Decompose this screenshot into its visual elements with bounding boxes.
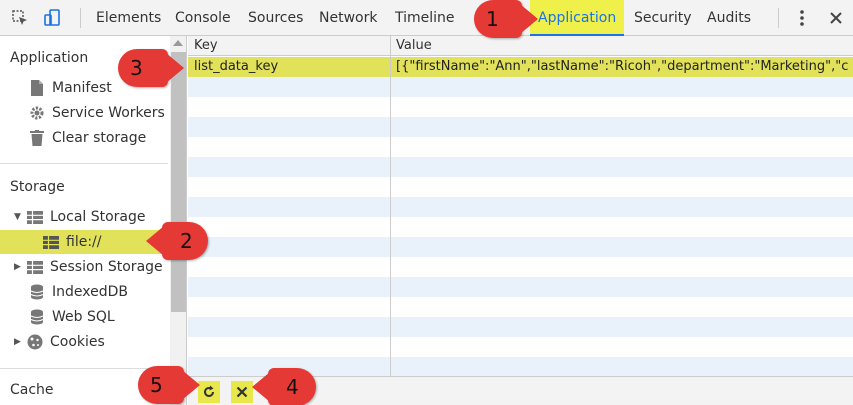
table-row[interactable] [188, 257, 853, 277]
trash-icon [28, 129, 46, 147]
tab-console[interactable]: Console [175, 0, 231, 36]
application-sidebar: Application Manifest Service Workers Cle… [0, 36, 187, 405]
scroll-up-arrow-icon[interactable] [173, 40, 183, 46]
sidebar-item-manifest[interactable]: Manifest [28, 76, 112, 100]
close-devtools-icon[interactable] [824, 6, 848, 30]
sidebar-item-cookies[interactable]: ▶ Cookies [14, 330, 105, 354]
sidebar-item-label: Manifest [52, 80, 112, 96]
sidebar-item-label: Web SQL [52, 309, 115, 325]
sidebar-scroll-thumb[interactable] [171, 52, 186, 312]
tab-application[interactable]: Application [530, 0, 625, 36]
sidebar-item-clear-storage[interactable]: Clear storage [28, 126, 146, 150]
table-row[interactable] [188, 117, 853, 137]
sidebar-item-label: Cookies [50, 334, 105, 350]
table-row[interactable] [188, 317, 853, 337]
sidebar-item-label: file:// [66, 234, 102, 250]
cell-key[interactable]: list_data_key [194, 59, 386, 74]
sidebar-item-service-workers[interactable]: Service Workers [28, 101, 165, 125]
grid-icon [26, 208, 44, 226]
sidebar-item-label: Local Storage [50, 209, 146, 225]
tab-elements[interactable]: Elements [96, 0, 161, 36]
inspect-element-icon[interactable] [8, 6, 32, 30]
column-divider[interactable] [390, 36, 391, 376]
table-row[interactable] [188, 217, 853, 237]
refresh-button[interactable] [198, 381, 220, 403]
sidebar-divider [0, 163, 168, 164]
column-header-value[interactable]: Value [396, 38, 432, 53]
sidebar-item-label: Service Workers [52, 105, 165, 121]
storage-section-heading: Storage [10, 179, 65, 195]
table-row[interactable] [188, 177, 853, 197]
callout-2: 2 [146, 222, 208, 260]
devtools-toolbar: Elements Console Sources Network Timelin… [0, 0, 853, 36]
cache-section-heading: Cache [10, 382, 54, 398]
table-row[interactable]: list_data_key [{"firstName":"Ann","lastNa… [188, 57, 853, 77]
cookie-icon [26, 333, 44, 351]
column-header-key[interactable]: Key [194, 38, 218, 53]
expand-triangle-icon[interactable]: ▶ [14, 330, 24, 354]
table-row[interactable] [188, 297, 853, 317]
grid-icon [42, 233, 60, 251]
sidebar-item-label: IndexedDB [52, 284, 128, 300]
document-icon [28, 79, 46, 97]
expand-triangle-icon[interactable]: ▶ [14, 255, 24, 279]
callout-4: 4 [252, 368, 316, 405]
database-icon [28, 283, 46, 301]
gear-icon [28, 104, 46, 122]
table-row[interactable] [188, 97, 853, 117]
delete-selected-button[interactable] [231, 381, 253, 403]
sidebar-item-web-sql[interactable]: Web SQL [28, 305, 115, 329]
tab-sources[interactable]: Sources [248, 0, 303, 36]
sidebar-item-local-storage[interactable]: ▼ Local Storage [14, 205, 146, 229]
callout-3: 3 [118, 49, 184, 87]
application-section-heading: Application [10, 50, 89, 66]
table-row[interactable] [188, 137, 853, 157]
table-header: Key Value [188, 36, 853, 56]
cell-value[interactable]: [{"firstName":"Ann","lastName":"Ricoh","… [396, 59, 848, 74]
table-row[interactable] [188, 157, 853, 177]
device-toolbar-icon[interactable] [40, 6, 64, 30]
sidebar-item-indexeddb[interactable]: IndexedDB [28, 280, 128, 304]
table-row[interactable] [188, 277, 853, 297]
database-icon [28, 308, 46, 326]
table-row[interactable] [188, 237, 853, 257]
table-row[interactable] [188, 197, 853, 217]
sidebar-divider [0, 368, 168, 369]
callout-1: 1 [474, 0, 538, 38]
refresh-icon [204, 385, 214, 397]
sidebar-item-session-storage[interactable]: ▶ Session Storage [14, 255, 163, 279]
sidebar-item-label: Clear storage [52, 130, 147, 146]
toolbar-separator [778, 8, 779, 28]
tab-network[interactable]: Network [319, 0, 377, 36]
callout-5: 5 [138, 366, 200, 404]
delete-x-icon [236, 386, 248, 398]
sidebar-item-label: Session Storage [50, 259, 163, 275]
sidebar-item-file-origin[interactable]: file:// [0, 230, 170, 254]
tab-audits[interactable]: Audits [707, 0, 751, 36]
tab-security[interactable]: Security [634, 0, 692, 36]
toolbar-separator [80, 8, 81, 28]
table-row[interactable] [188, 77, 853, 97]
tab-timeline[interactable]: Timeline [395, 0, 455, 36]
grid-icon [26, 258, 44, 276]
local-storage-table: Key Value list_data_key [{"firstName":"An… [188, 36, 853, 376]
expand-triangle-icon[interactable]: ▼ [14, 205, 24, 229]
table-row[interactable] [188, 337, 853, 357]
more-options-icon[interactable] [790, 6, 814, 30]
